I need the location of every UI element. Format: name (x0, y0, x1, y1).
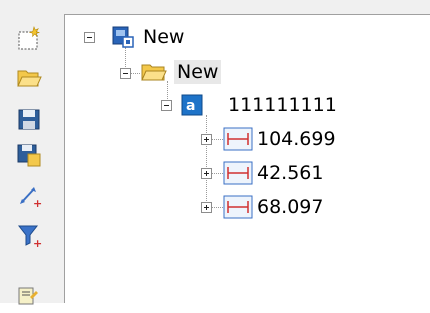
measurement-value: 104.699 (257, 128, 336, 150)
top-strip (0, 0, 430, 14)
expand-toggle[interactable] (201, 134, 212, 145)
tree-line (211, 139, 223, 140)
svg-text:+: + (33, 197, 42, 210)
vertical-toolbar: + + (0, 0, 64, 305)
measurement-value: 42.561 (257, 162, 324, 184)
add-measurement-button[interactable]: + (14, 180, 44, 210)
new-document-button[interactable] (14, 24, 44, 54)
save-button[interactable] (14, 104, 44, 134)
tree-node-label: New (174, 60, 222, 84)
save-as-icon (17, 144, 41, 167)
save-icon (18, 109, 40, 130)
tree-line (130, 73, 140, 74)
collapse-toggle[interactable] (161, 100, 172, 111)
edit-list-button[interactable] (14, 283, 44, 313)
dimension-icon (223, 161, 253, 185)
save-as-button[interactable] (14, 140, 44, 170)
collapse-toggle[interactable] (84, 32, 95, 43)
tree-line (211, 207, 223, 208)
tree-line (211, 173, 223, 174)
collapse-toggle[interactable] (120, 68, 131, 79)
tree-node-label: New (143, 26, 185, 48)
add-filter-icon: + (17, 225, 42, 250)
svg-text:a: a (186, 98, 195, 114)
add-filter-button[interactable]: + (14, 220, 44, 250)
tree-view[interactable]: New New a 111111111 104.699 42.561 68.09… (64, 14, 430, 303)
app-window: + + New New a 111111111 104.699 42.561 6… (0, 0, 430, 305)
folder-icon (141, 64, 167, 81)
tree-line (206, 115, 207, 207)
expand-toggle[interactable] (201, 168, 212, 179)
tree-node-label: 111111111 (228, 94, 337, 116)
project-icon (112, 26, 134, 48)
edit-list-icon (18, 287, 38, 305)
item-a-icon: a (181, 94, 203, 116)
dimension-icon (223, 127, 253, 151)
measurement-value: 68.097 (257, 196, 324, 218)
open-folder-icon (17, 70, 42, 87)
open-button[interactable] (14, 62, 44, 92)
new-document-icon (18, 26, 40, 50)
expand-toggle[interactable] (201, 202, 212, 213)
add-measurement-icon: + (20, 187, 42, 210)
dimension-icon (223, 195, 253, 219)
svg-text:+: + (33, 237, 42, 250)
